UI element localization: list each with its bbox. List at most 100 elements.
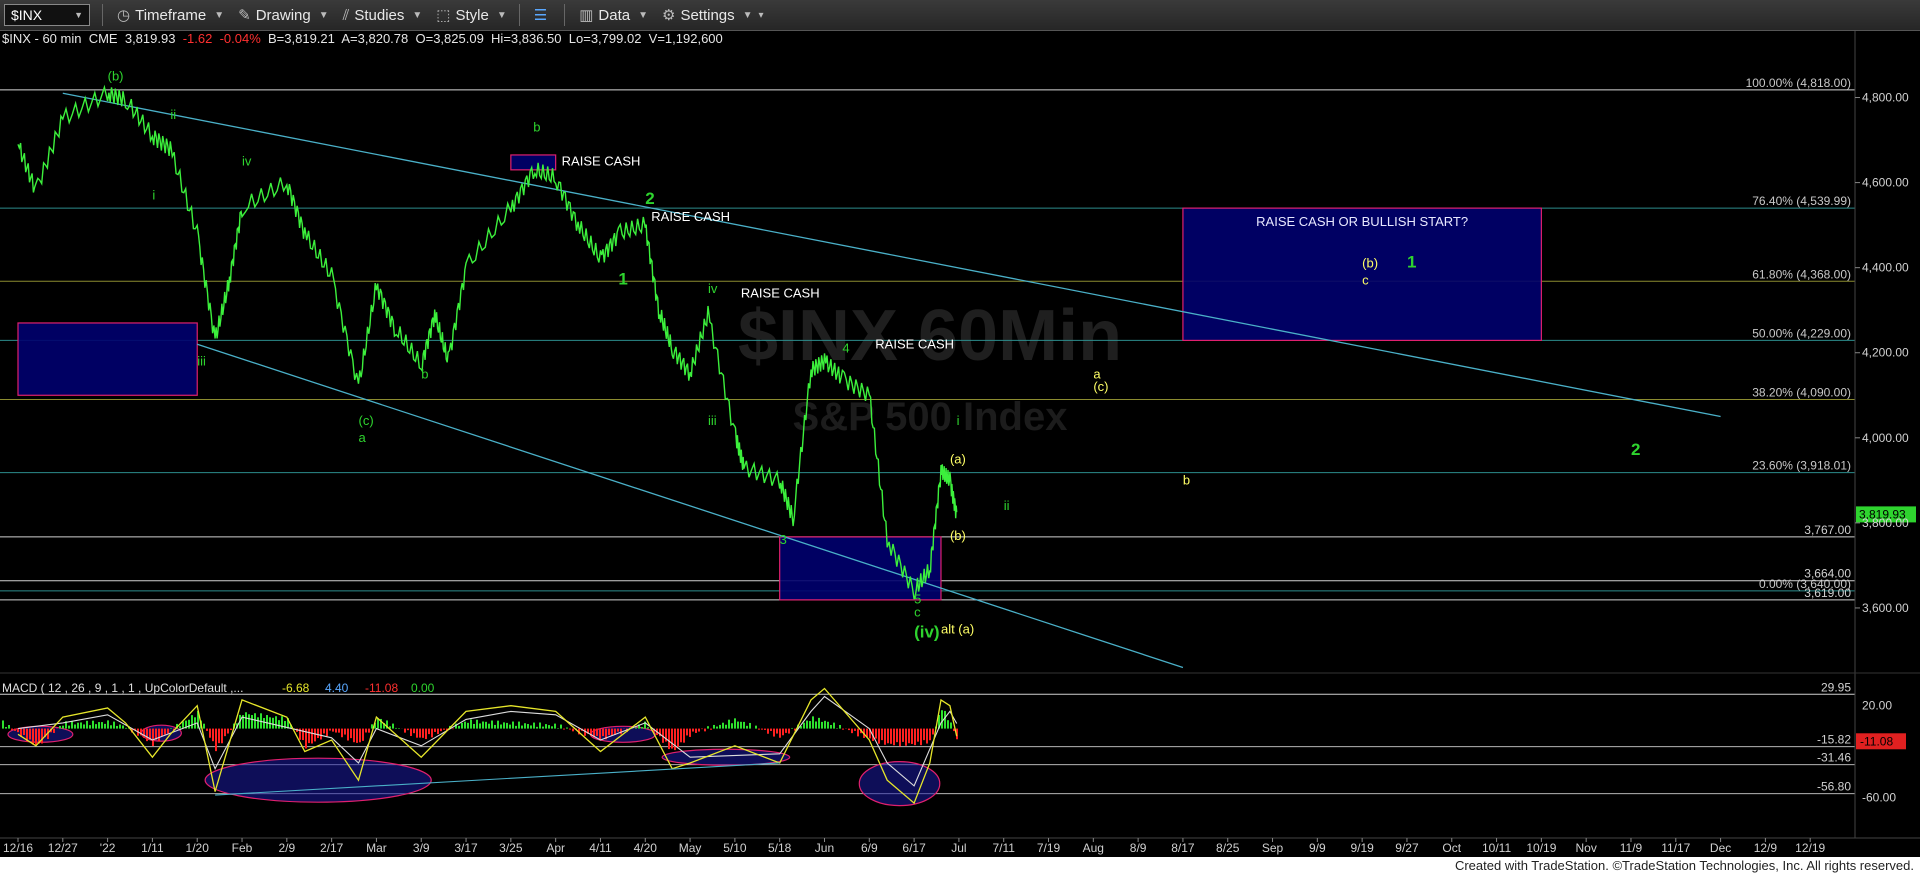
time-tick-label: 3/17: [454, 841, 478, 855]
macd-histogram-bar: [608, 728, 610, 736]
price-tick-label: 3,600.00: [1862, 601, 1909, 615]
macd-histogram-bar: [677, 728, 679, 747]
drawing-menu[interactable]: ✎ Drawing ▼: [238, 6, 329, 25]
macd-histogram-bar: [107, 720, 109, 729]
macd-histogram-bar: [812, 716, 814, 729]
settings-menu[interactable]: ⚙ Settings ▼ ▾: [661, 6, 764, 25]
macd-histogram-bar: [668, 728, 670, 750]
clock-icon: ◷: [117, 7, 131, 24]
macd-histogram-bar: [320, 728, 322, 740]
macd-histogram-bar: [788, 728, 790, 734]
macd-histogram-bar: [41, 728, 43, 744]
macd-histogram-bar: [923, 728, 925, 741]
macd-histogram-bar: [824, 720, 826, 729]
macd-histogram-bar: [476, 719, 478, 729]
macd-histogram-bar: [116, 725, 118, 729]
macd-histogram-bar: [326, 728, 328, 737]
chevron-down-icon: ▼: [742, 9, 753, 21]
time-tick-label: Aug: [1083, 841, 1104, 855]
info-volume: V=1,192,600: [648, 31, 723, 46]
macd-histogram-bar: [944, 710, 946, 729]
macd-tick-label: 20.00: [1862, 699, 1892, 713]
macd-histogram-bar: [332, 728, 334, 732]
macd-histogram-bar: [353, 728, 355, 743]
macd-histogram-bar: [89, 725, 91, 729]
macd-histogram-bar: [14, 728, 16, 731]
wave-annotation: (b): [950, 528, 966, 543]
macd-histogram-bar: [68, 725, 70, 729]
macd-histogram-bar: [473, 723, 475, 729]
macd-histogram-bar: [302, 728, 304, 741]
time-tick-label: 12/16: [3, 841, 33, 855]
studies-label: Studies: [354, 6, 405, 24]
style-label: Style: [455, 6, 489, 24]
time-tick-label: Jun: [815, 841, 834, 855]
macd-histogram-bar: [713, 724, 715, 729]
data-menu[interactable]: ▥ Data ▼: [579, 6, 648, 25]
time-tick-label: 10/11: [1482, 841, 1511, 855]
macd-histogram-bar: [710, 728, 712, 730]
wave-annotation: (c): [1093, 379, 1108, 394]
style-menu[interactable]: ⬚ Style ▼: [436, 6, 507, 25]
timeframe-menu[interactable]: ◷ Timeframe ▼: [117, 6, 224, 25]
macd-histogram-bar: [308, 728, 310, 744]
fib-level-label: 38.20% (4,090.00): [1752, 386, 1851, 400]
time-tick-label: 2/17: [320, 841, 344, 855]
macd-histogram-bar: [680, 728, 682, 743]
price-tick-label: 4,800.00: [1862, 91, 1909, 105]
macd-histogram-bar: [350, 728, 352, 739]
macd-histogram-bar: [911, 728, 913, 744]
chevron-down-icon: ▼: [496, 9, 507, 21]
macd-histogram-bar: [71, 721, 73, 729]
macd-histogram-bar: [431, 728, 433, 738]
time-tick-label: Apr: [546, 841, 565, 855]
macd-title: MACD ( 12 , 26 , 9 , 1 , 1 , UpColorDefa…: [2, 681, 243, 695]
macd-histogram-bar: [722, 722, 724, 729]
wave-annotation: i: [152, 188, 155, 203]
macd-histogram-bar: [524, 723, 526, 729]
macd-histogram-bar: [110, 725, 112, 729]
macd-histogram-bar: [749, 722, 751, 729]
macd-histogram-bar: [878, 728, 880, 744]
time-tick-label: Feb: [232, 841, 253, 855]
time-tick-label: 4/11: [589, 841, 612, 855]
macd-histogram-bar: [683, 728, 685, 743]
macd-histogram-bar: [566, 727, 568, 729]
macd-histogram-bar: [491, 720, 493, 729]
macd-histogram-bar: [743, 721, 745, 729]
macd-histogram-bar: [452, 728, 454, 730]
macd-histogram-bar: [920, 728, 922, 746]
timeframe-label: Timeframe: [135, 6, 207, 24]
macd-histogram-bar: [932, 728, 934, 735]
info-symbol: $INX - 60 min: [2, 31, 82, 46]
macd-histogram-bar: [101, 722, 103, 729]
macd-histogram-bar: [92, 720, 94, 729]
macd-histogram-bar: [125, 727, 127, 729]
macd-histogram-bar: [548, 725, 550, 729]
macd-ellipse: [661, 748, 791, 766]
macd-histogram-bar: [647, 727, 649, 729]
data-icon: ▥: [579, 7, 594, 24]
fib-level-label: 61.80% (4,368.00): [1752, 267, 1851, 281]
time-tick-label: 8/17: [1171, 841, 1195, 855]
time-tick-label: May: [679, 841, 702, 855]
studies-menu[interactable]: ⫽ Studies ▼: [343, 7, 423, 24]
macd-histogram-bar: [803, 722, 805, 729]
layout-button[interactable]: ☰: [534, 6, 552, 24]
macd-histogram-bar: [905, 728, 907, 746]
macd-histogram-bar: [503, 722, 505, 729]
macd-histogram-bar: [527, 723, 529, 729]
watermark-name: S&P 500 Index: [793, 395, 1068, 439]
price-chart[interactable]: $INX 60Min S&P 500 Index 100.00% (4,818.…: [0, 0, 1920, 875]
macd-histogram-bar: [161, 728, 163, 737]
macd-histogram-bar: [356, 728, 358, 743]
macd-histogram-bar: [611, 728, 613, 736]
macd-histogram-bar: [59, 725, 61, 729]
style-icon: ⬚: [436, 7, 451, 24]
gear-icon: ⚙: [661, 7, 676, 24]
macd-histogram-bar: [314, 728, 316, 742]
time-tick-label: Jul: [951, 841, 966, 855]
symbol-selector[interactable]: $INX ▼: [4, 4, 90, 26]
macd-histogram-bar: [413, 728, 415, 734]
macd-histogram-bar: [776, 728, 778, 734]
